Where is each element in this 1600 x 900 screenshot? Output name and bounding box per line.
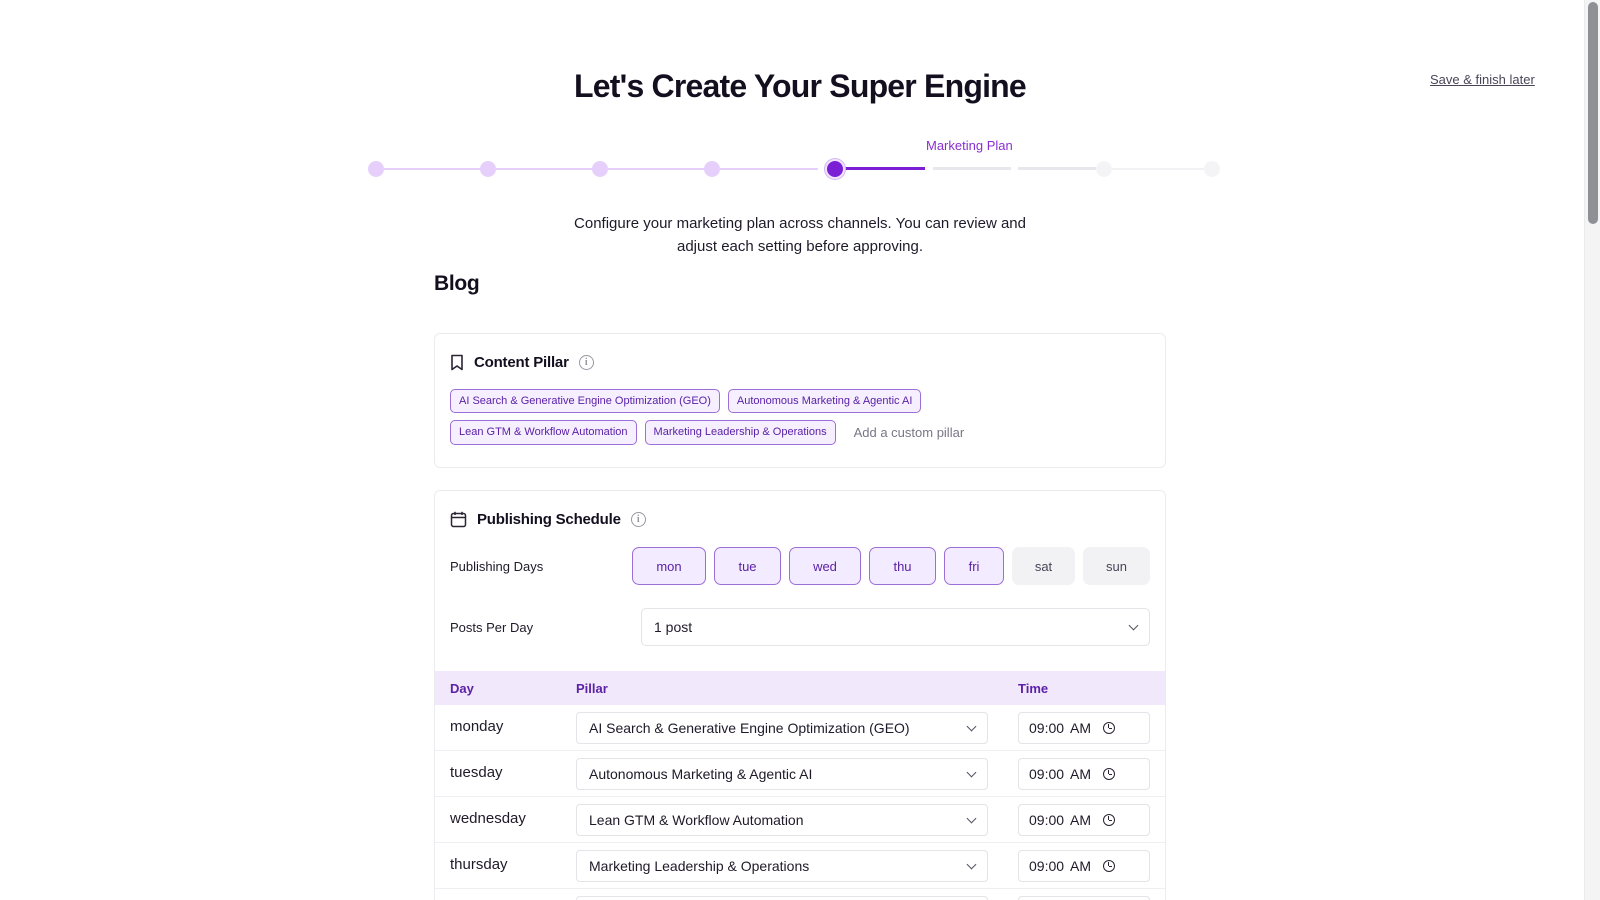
publishing-days-label: Publishing Days [450,558,544,574]
progress-stepper: Marketing Plan [368,130,1220,180]
row-time-ampm: AM [1070,766,1092,782]
publishing-schedule-card: Publishing Schedule i Publishing Days mo… [434,490,1166,900]
day-toggle-fri[interactable]: fri [944,547,1004,585]
step-connector [608,168,706,170]
row-time-value: 09:00 [1029,858,1065,874]
row-day-name: tuesday [450,764,503,781]
row-pillar-select[interactable] [576,896,988,900]
step-dot-1[interactable] [368,161,384,177]
save-finish-later-link[interactable]: Save & finish later [1430,72,1535,87]
clock-icon[interactable] [1103,722,1116,734]
column-header-day: Day [450,680,474,696]
day-toggle-sun[interactable]: sun [1083,547,1150,585]
row-pillar-value: Lean GTM & Workflow Automation [589,812,804,828]
day-toggle-group: mon tue wed thu fri sat sun [632,547,1150,585]
intro-text: Configure your marketing plan across cha… [0,212,1600,258]
row-time-input[interactable] [1018,896,1150,900]
day-toggle-tue[interactable]: tue [714,547,781,585]
row-pillar-value: AI Search & Generative Engine Optimizati… [589,720,910,736]
row-time-ampm: AM [1070,858,1092,874]
row-time-value: 09:00 [1029,720,1065,736]
clock-icon[interactable] [1103,768,1116,780]
step-connector [1104,168,1204,170]
page-title: Let's Create Your Super Engine [574,68,1027,104]
row-time-input[interactable]: 09:00 AM [1018,758,1150,790]
table-row: thursday Marketing Leadership & Operatio… [435,843,1165,889]
chevron-down-icon [966,767,977,777]
row-time-input[interactable]: 09:00 AM [1018,804,1150,836]
step-connector [720,168,818,170]
row-time-ampm: AM [1070,720,1092,736]
step-connector [933,167,1011,170]
publishing-schedule-title: Publishing Schedule [477,511,621,528]
pillar-chip[interactable]: Autonomous Marketing & Agentic AI [727,389,922,413]
posts-per-day-select[interactable]: 1 post [641,608,1150,646]
page-scrollbar[interactable] [1584,0,1600,900]
row-pillar-select[interactable]: Autonomous Marketing & Agentic AI [576,758,988,790]
pillar-chip[interactable]: Lean GTM & Workflow Automation [450,420,637,445]
day-toggle-sat[interactable]: sat [1012,547,1075,585]
step-connector-active [842,167,925,170]
row-time-value: 09:00 [1029,766,1065,782]
step-dot-2[interactable] [480,161,496,177]
row-time-value: 09:00 [1029,812,1065,828]
intro-line: Configure your marketing plan across cha… [574,215,1026,232]
content-pillar-title: Content Pillar [474,354,569,371]
row-pillar-value: Marketing Leadership & Operations [589,858,810,874]
row-day-name: wednesday [450,810,526,827]
step-dot-5-active[interactable] [825,159,845,179]
content-pillar-card: Content Pillar i AI Search & Generative … [434,333,1166,468]
day-toggle-thu[interactable]: thu [869,547,936,585]
info-icon[interactable]: i [630,512,646,527]
pillar-chip-list: AI Search & Generative Engine Optimizati… [450,389,1070,445]
intro-line: adjust each setting before approving. [677,238,923,255]
clock-icon[interactable] [1103,860,1116,872]
posts-per-day-value: 1 post [654,619,693,635]
column-header-pillar: Pillar [576,680,608,696]
schedule-table-header: Day Pillar Time [435,671,1165,705]
pillar-chip[interactable]: AI Search & Generative Engine Optimizati… [450,389,720,413]
step-dot-7[interactable] [1096,161,1112,177]
step-dot-3[interactable] [592,161,608,177]
posts-per-day-label: Posts Per Day [450,619,534,635]
row-pillar-select[interactable]: Marketing Leadership & Operations [576,850,988,882]
table-row: monday AI Search & Generative Engine Opt… [435,705,1165,751]
table-row: wednesday Lean GTM & Workflow Automation… [435,797,1165,843]
calendar-icon [450,511,467,528]
bookmark-icon [450,354,464,371]
posts-per-day-row: Posts Per Day 1 post [450,608,1150,646]
chevron-down-icon [966,813,977,823]
column-header-time: Time [1018,680,1049,696]
table-row-partial [435,889,1165,900]
custom-pillar-input[interactable]: Add a custom pillar [844,420,975,445]
row-time-input[interactable]: 09:00 AM [1018,712,1150,744]
row-time-input[interactable]: 09:00 AM [1018,850,1150,882]
step-connector [1018,167,1096,170]
row-time-ampm: AM [1070,812,1092,828]
chevron-down-icon [966,721,977,731]
chevron-down-icon [1128,620,1139,630]
day-toggle-wed[interactable]: wed [789,547,861,585]
row-pillar-value: Autonomous Marketing & Agentic AI [589,766,813,782]
table-row: tuesday Autonomous Marketing & Agentic A… [435,751,1165,797]
step-connector [496,168,594,170]
row-pillar-select[interactable]: Lean GTM & Workflow Automation [576,804,988,836]
step-connector [384,168,482,170]
day-toggle-mon[interactable]: mon [632,547,706,585]
row-day-name: monday [450,718,504,735]
step-dot-8[interactable] [1204,161,1220,177]
pillar-chip[interactable]: Marketing Leadership & Operations [644,420,836,445]
clock-icon[interactable] [1103,814,1116,826]
publishing-days-row: Publishing Days mon tue wed thu fri sat … [450,547,1150,585]
section-title: Blog [434,272,480,295]
step-dot-4[interactable] [704,161,720,177]
scrollbar-thumb[interactable] [1588,2,1598,224]
row-day-name: thursday [450,856,508,873]
info-icon[interactable]: i [578,355,594,370]
chevron-down-icon [966,859,977,869]
row-pillar-select[interactable]: AI Search & Generative Engine Optimizati… [576,712,988,744]
active-step-label: Marketing Plan [926,138,1013,153]
